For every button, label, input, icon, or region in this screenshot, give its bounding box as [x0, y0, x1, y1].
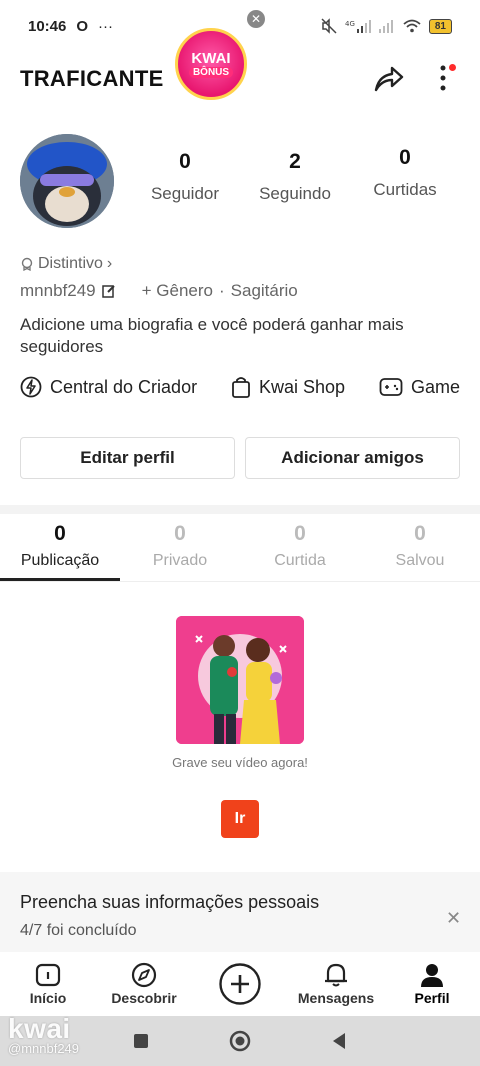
creator-center-link[interactable]: Central do Criador — [20, 376, 197, 398]
person-icon — [421, 964, 443, 987]
profile-action-buttons: Editar perfil Adicionar amigos — [20, 437, 460, 479]
wifi-icon — [403, 19, 421, 33]
stat-label: Seguindo — [259, 184, 331, 203]
notification-o-icon: O — [76, 17, 89, 35]
banner-title: Preencha suas informações pessoais — [20, 892, 320, 912]
nav-home[interactable]: Início — [0, 954, 96, 1006]
kwai-bonus-button[interactable]: KWAI BÔNUS — [175, 28, 247, 100]
empty-state-message: Grave seu vídeo agora! — [172, 755, 308, 770]
battery-level: 81 — [428, 18, 452, 34]
bio-prompt[interactable]: Adicione uma biografia e você poderá gan… — [20, 314, 460, 358]
tab-publications[interactable]: 0 Publicação — [0, 522, 120, 581]
game-label: Game — [410, 376, 460, 397]
profile-stats: 0 Seguidor 2 Seguindo 0 Curtidas — [130, 146, 460, 204]
nav-profile[interactable]: Perfil — [384, 954, 480, 1006]
kwai-shop-label: Kwai Shop — [258, 376, 346, 397]
edit-profile-button[interactable]: Editar perfil — [20, 437, 235, 479]
watermark-handle: @mnnbf249 — [8, 1041, 80, 1056]
profile-display-name: TRAFICANTE — [20, 66, 164, 91]
edit-icon[interactable] — [101, 284, 116, 298]
badge-icon — [21, 257, 33, 271]
tab-private[interactable]: 0 Privado — [120, 522, 240, 581]
profile-links: Central do Criador Kwai Shop Game — [20, 376, 460, 398]
tab-label: Privado — [152, 552, 208, 569]
tab-saved[interactable]: 0 Salvou — [360, 522, 480, 581]
go-record-button[interactable]: Ir — [221, 800, 259, 838]
tab-label: Salvou — [395, 552, 445, 569]
bonus-line1: KWAI — [191, 49, 231, 67]
content-tabs: 0 Publicação 0 Privado 0 Curtida 0 Salvo… — [0, 522, 480, 582]
avatar-image — [20, 134, 114, 228]
status-time: 10:46 — [28, 17, 67, 35]
nav-label: Descobrir — [111, 990, 177, 1006]
nav-label: Perfil — [414, 990, 450, 1006]
section-divider — [0, 505, 480, 514]
badge-label: Distintivo — [38, 255, 103, 272]
status-right: 4G 81 — [321, 18, 452, 34]
home-icon — [35, 963, 61, 987]
user-handle: mnnbf249 — [20, 281, 96, 300]
stat-value: 0 — [399, 146, 411, 169]
complete-profile-banner[interactable]: Preencha suas informações pessoais 4/7 f… — [0, 872, 480, 952]
stat-likes[interactable]: 0 Curtidas — [350, 146, 460, 204]
badge-link[interactable]: Distintivo › — [20, 255, 112, 273]
separator-dot: · — [218, 281, 225, 300]
bonus-line2: BÔNUS — [188, 66, 234, 78]
compass-icon — [131, 962, 157, 988]
profile-header: TRAFICANTE KWAI BÔNUS — [0, 28, 480, 108]
back-triangle-icon[interactable] — [331, 1032, 347, 1050]
plus-circle-icon — [219, 963, 261, 1005]
tab-label: Publicação — [20, 552, 100, 569]
stat-followers[interactable]: 0 Seguidor — [130, 150, 240, 204]
stat-value: 2 — [289, 150, 301, 173]
user-info-line: mnnbf249 + Gênero · Sagitário — [20, 281, 298, 301]
more-notifications-icon: ··· — [98, 17, 114, 35]
chevron-right-icon: › — [106, 255, 113, 272]
notification-dot — [449, 64, 456, 71]
nav-label: Início — [29, 990, 67, 1006]
gamepad-icon — [379, 378, 403, 396]
gender-button[interactable]: + Gênero — [142, 281, 213, 301]
stat-value: 0 — [179, 150, 191, 173]
tab-count: 0 — [294, 522, 306, 545]
game-link[interactable]: Game — [379, 376, 460, 398]
home-circle-icon[interactable] — [229, 1030, 251, 1052]
tab-label: Curtida — [274, 552, 326, 569]
nav-discover[interactable]: Descobrir — [96, 954, 192, 1006]
nav-create[interactable] — [192, 954, 288, 1006]
nav-label: Mensagens — [297, 990, 375, 1006]
banner-progress: 4/7 foi concluído — [20, 922, 137, 939]
lightning-icon — [20, 376, 42, 398]
close-overlay-icon[interactable]: ✕ — [247, 10, 265, 28]
signal-icon — [378, 20, 393, 33]
nav-messages[interactable]: Mensagens — [288, 954, 384, 1006]
close-banner-icon[interactable]: ✕ — [446, 908, 461, 929]
kwai-shop-link[interactable]: Kwai Shop — [231, 376, 345, 398]
signal-4g-icon: 4G — [345, 20, 371, 33]
stat-following[interactable]: 2 Seguindo — [240, 150, 350, 204]
tab-count: 0 — [174, 522, 186, 545]
tab-count: 0 — [414, 522, 426, 545]
zodiac-sign[interactable]: Sagitário — [231, 281, 298, 301]
avatar[interactable] — [20, 134, 114, 228]
bell-icon — [325, 963, 347, 987]
creator-center-label: Central do Criador — [50, 376, 198, 397]
svg-text:4G: 4G — [345, 20, 355, 28]
tab-liked[interactable]: 0 Curtida — [240, 522, 360, 581]
add-friends-button[interactable]: Adicionar amigos — [245, 437, 460, 479]
status-left: 10:46 O ··· — [28, 18, 113, 35]
bottom-navigation: Início Descobrir Mensagens Perfil — [0, 954, 480, 1016]
tab-count: 0 — [54, 522, 66, 545]
record-video-illustration — [176, 616, 304, 744]
share-icon[interactable] — [370, 60, 406, 96]
mute-icon — [321, 18, 337, 34]
kwai-watermark: kwai @mnnbf249 — [8, 1013, 79, 1056]
stat-label: Curtidas — [373, 180, 437, 199]
stat-label: Seguidor — [150, 184, 220, 203]
recent-apps-icon[interactable] — [133, 1033, 149, 1049]
more-options-button[interactable] — [430, 60, 456, 96]
shopping-bag-icon — [232, 377, 250, 398]
couple-illustration — [176, 616, 304, 744]
